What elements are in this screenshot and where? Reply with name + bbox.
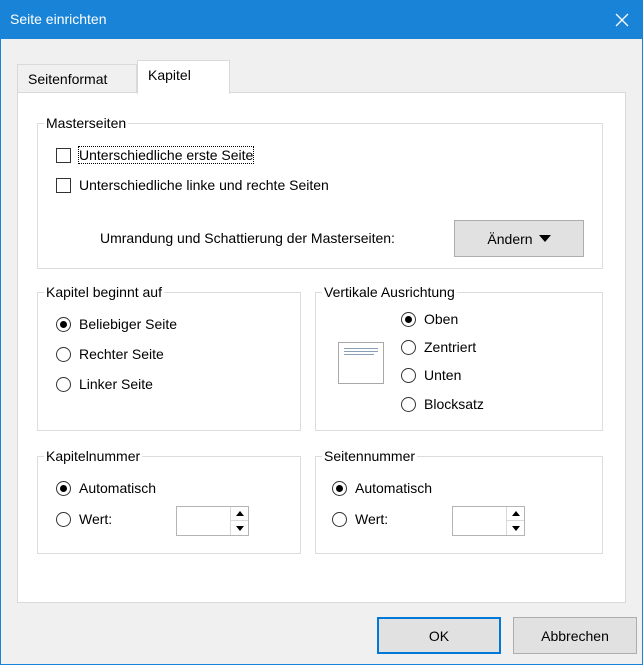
spin-up-button[interactable] bbox=[507, 507, 524, 521]
arrow-up-icon bbox=[235, 511, 244, 516]
page-number-group: Seitennummer bbox=[315, 448, 603, 554]
spin-down-button[interactable] bbox=[231, 521, 248, 535]
tab-panel-kapitel: Masterseiten Unterschiedliche erste Seit… bbox=[17, 92, 626, 603]
dialog-title: Seite einrichten bbox=[10, 11, 107, 27]
radio-button[interactable] bbox=[401, 396, 416, 412]
radio-button[interactable] bbox=[56, 316, 71, 332]
radio-right-page[interactable]: Rechter Seite bbox=[56, 346, 164, 362]
radio-any-page[interactable]: Beliebiger Seite bbox=[56, 316, 177, 332]
page-number-value[interactable]: Wert: bbox=[332, 511, 388, 527]
ok-button[interactable]: OK bbox=[377, 617, 501, 654]
dropdown-arrow-icon bbox=[538, 234, 551, 242]
radio-label: Zentriert bbox=[424, 339, 477, 355]
radio-button[interactable] bbox=[401, 367, 416, 383]
spin-down-button[interactable] bbox=[507, 521, 524, 535]
radio-label: Blocksatz bbox=[424, 396, 484, 412]
close-button[interactable] bbox=[602, 1, 642, 39]
ok-button-label: OK bbox=[428, 627, 450, 644]
tab-label: Seitenformat bbox=[28, 71, 108, 87]
chapter-start-legend: Kapitel beginnt auf bbox=[46, 284, 162, 300]
radio-top[interactable]: Oben bbox=[401, 311, 458, 327]
radio-label: Linker Seite bbox=[79, 376, 153, 392]
chapter-number-group: Kapitelnummer bbox=[37, 448, 301, 554]
left-right-label: Unterschiedliche linke und rechte Seiten bbox=[79, 177, 329, 193]
page-number-auto[interactable]: Automatisch bbox=[332, 480, 432, 496]
radio-button[interactable] bbox=[332, 480, 347, 496]
tab-label: Kapitel bbox=[148, 67, 191, 83]
change-button-label: Ändern bbox=[487, 230, 533, 247]
radio-button[interactable] bbox=[401, 339, 416, 355]
chapter-number-value[interactable]: Wert: bbox=[56, 511, 112, 527]
radio-label: Wert: bbox=[79, 511, 113, 527]
first-page-label: Unterschiedliche erste Seite bbox=[77, 146, 255, 164]
cancel-button-label: Abbrechen bbox=[541, 627, 609, 644]
radio-centered[interactable]: Zentriert bbox=[401, 339, 476, 355]
tab-kapitel[interactable]: Kapitel bbox=[137, 60, 230, 94]
radio-button[interactable] bbox=[332, 511, 347, 527]
page-number-legend: Seitennummer bbox=[324, 448, 416, 464]
spin-up-button[interactable] bbox=[231, 507, 248, 521]
arrow-up-icon bbox=[511, 511, 520, 516]
spinner-arrows bbox=[506, 507, 524, 535]
close-icon bbox=[615, 13, 629, 27]
border-shading-label: Umrandung und Schattierung der Mastersei… bbox=[100, 230, 395, 246]
radio-label: Rechter Seite bbox=[79, 346, 164, 362]
masterpages-legend: Masterseiten bbox=[46, 115, 127, 131]
chapter-number-legend: Kapitelnummer bbox=[46, 448, 141, 464]
page-setup-dialog: Seite einrichten Seitenformat Kapitel Ma… bbox=[0, 0, 643, 665]
border-shading-label-row: Umrandung und Schattierung der Mastersei… bbox=[100, 230, 395, 246]
title-bar: Seite einrichten bbox=[1, 1, 642, 39]
radio-label: Automatisch bbox=[79, 480, 157, 496]
chapter-number-auto[interactable]: Automatisch bbox=[56, 480, 156, 496]
page-number-spinner[interactable] bbox=[452, 506, 525, 536]
tab-seitenformat[interactable]: Seitenformat bbox=[17, 64, 137, 93]
arrow-down-icon bbox=[235, 525, 244, 531]
cancel-button[interactable]: Abbrechen bbox=[513, 617, 637, 654]
vertical-alignment-legend: Vertikale Ausrichtung bbox=[324, 284, 455, 300]
radio-label: Oben bbox=[424, 311, 459, 327]
radio-button[interactable] bbox=[401, 311, 416, 327]
left-right-checkbox[interactable] bbox=[56, 177, 71, 193]
radio-left-page[interactable]: Linker Seite bbox=[56, 376, 153, 392]
radio-label: Wert: bbox=[355, 511, 389, 527]
radio-button[interactable] bbox=[56, 480, 71, 496]
alignment-preview bbox=[338, 342, 384, 384]
radio-button[interactable] bbox=[56, 511, 71, 527]
change-button[interactable]: Ändern bbox=[454, 220, 584, 257]
radio-button[interactable] bbox=[56, 376, 71, 392]
arrow-down-icon bbox=[511, 525, 520, 531]
radio-button[interactable] bbox=[56, 346, 71, 362]
radio-label: Beliebiger Seite bbox=[79, 316, 178, 332]
radio-bottom[interactable]: Unten bbox=[401, 367, 461, 383]
spinner-arrows bbox=[230, 507, 248, 535]
radio-label: Automatisch bbox=[355, 480, 433, 496]
radio-justify[interactable]: Blocksatz bbox=[401, 396, 484, 412]
radio-label: Unten bbox=[424, 367, 462, 383]
first-page-option[interactable]: Unterschiedliche erste Seite bbox=[56, 146, 255, 164]
left-right-option[interactable]: Unterschiedliche linke und rechte Seiten bbox=[56, 177, 329, 193]
first-page-checkbox[interactable] bbox=[56, 147, 71, 163]
chapter-number-spinner[interactable] bbox=[176, 506, 249, 536]
